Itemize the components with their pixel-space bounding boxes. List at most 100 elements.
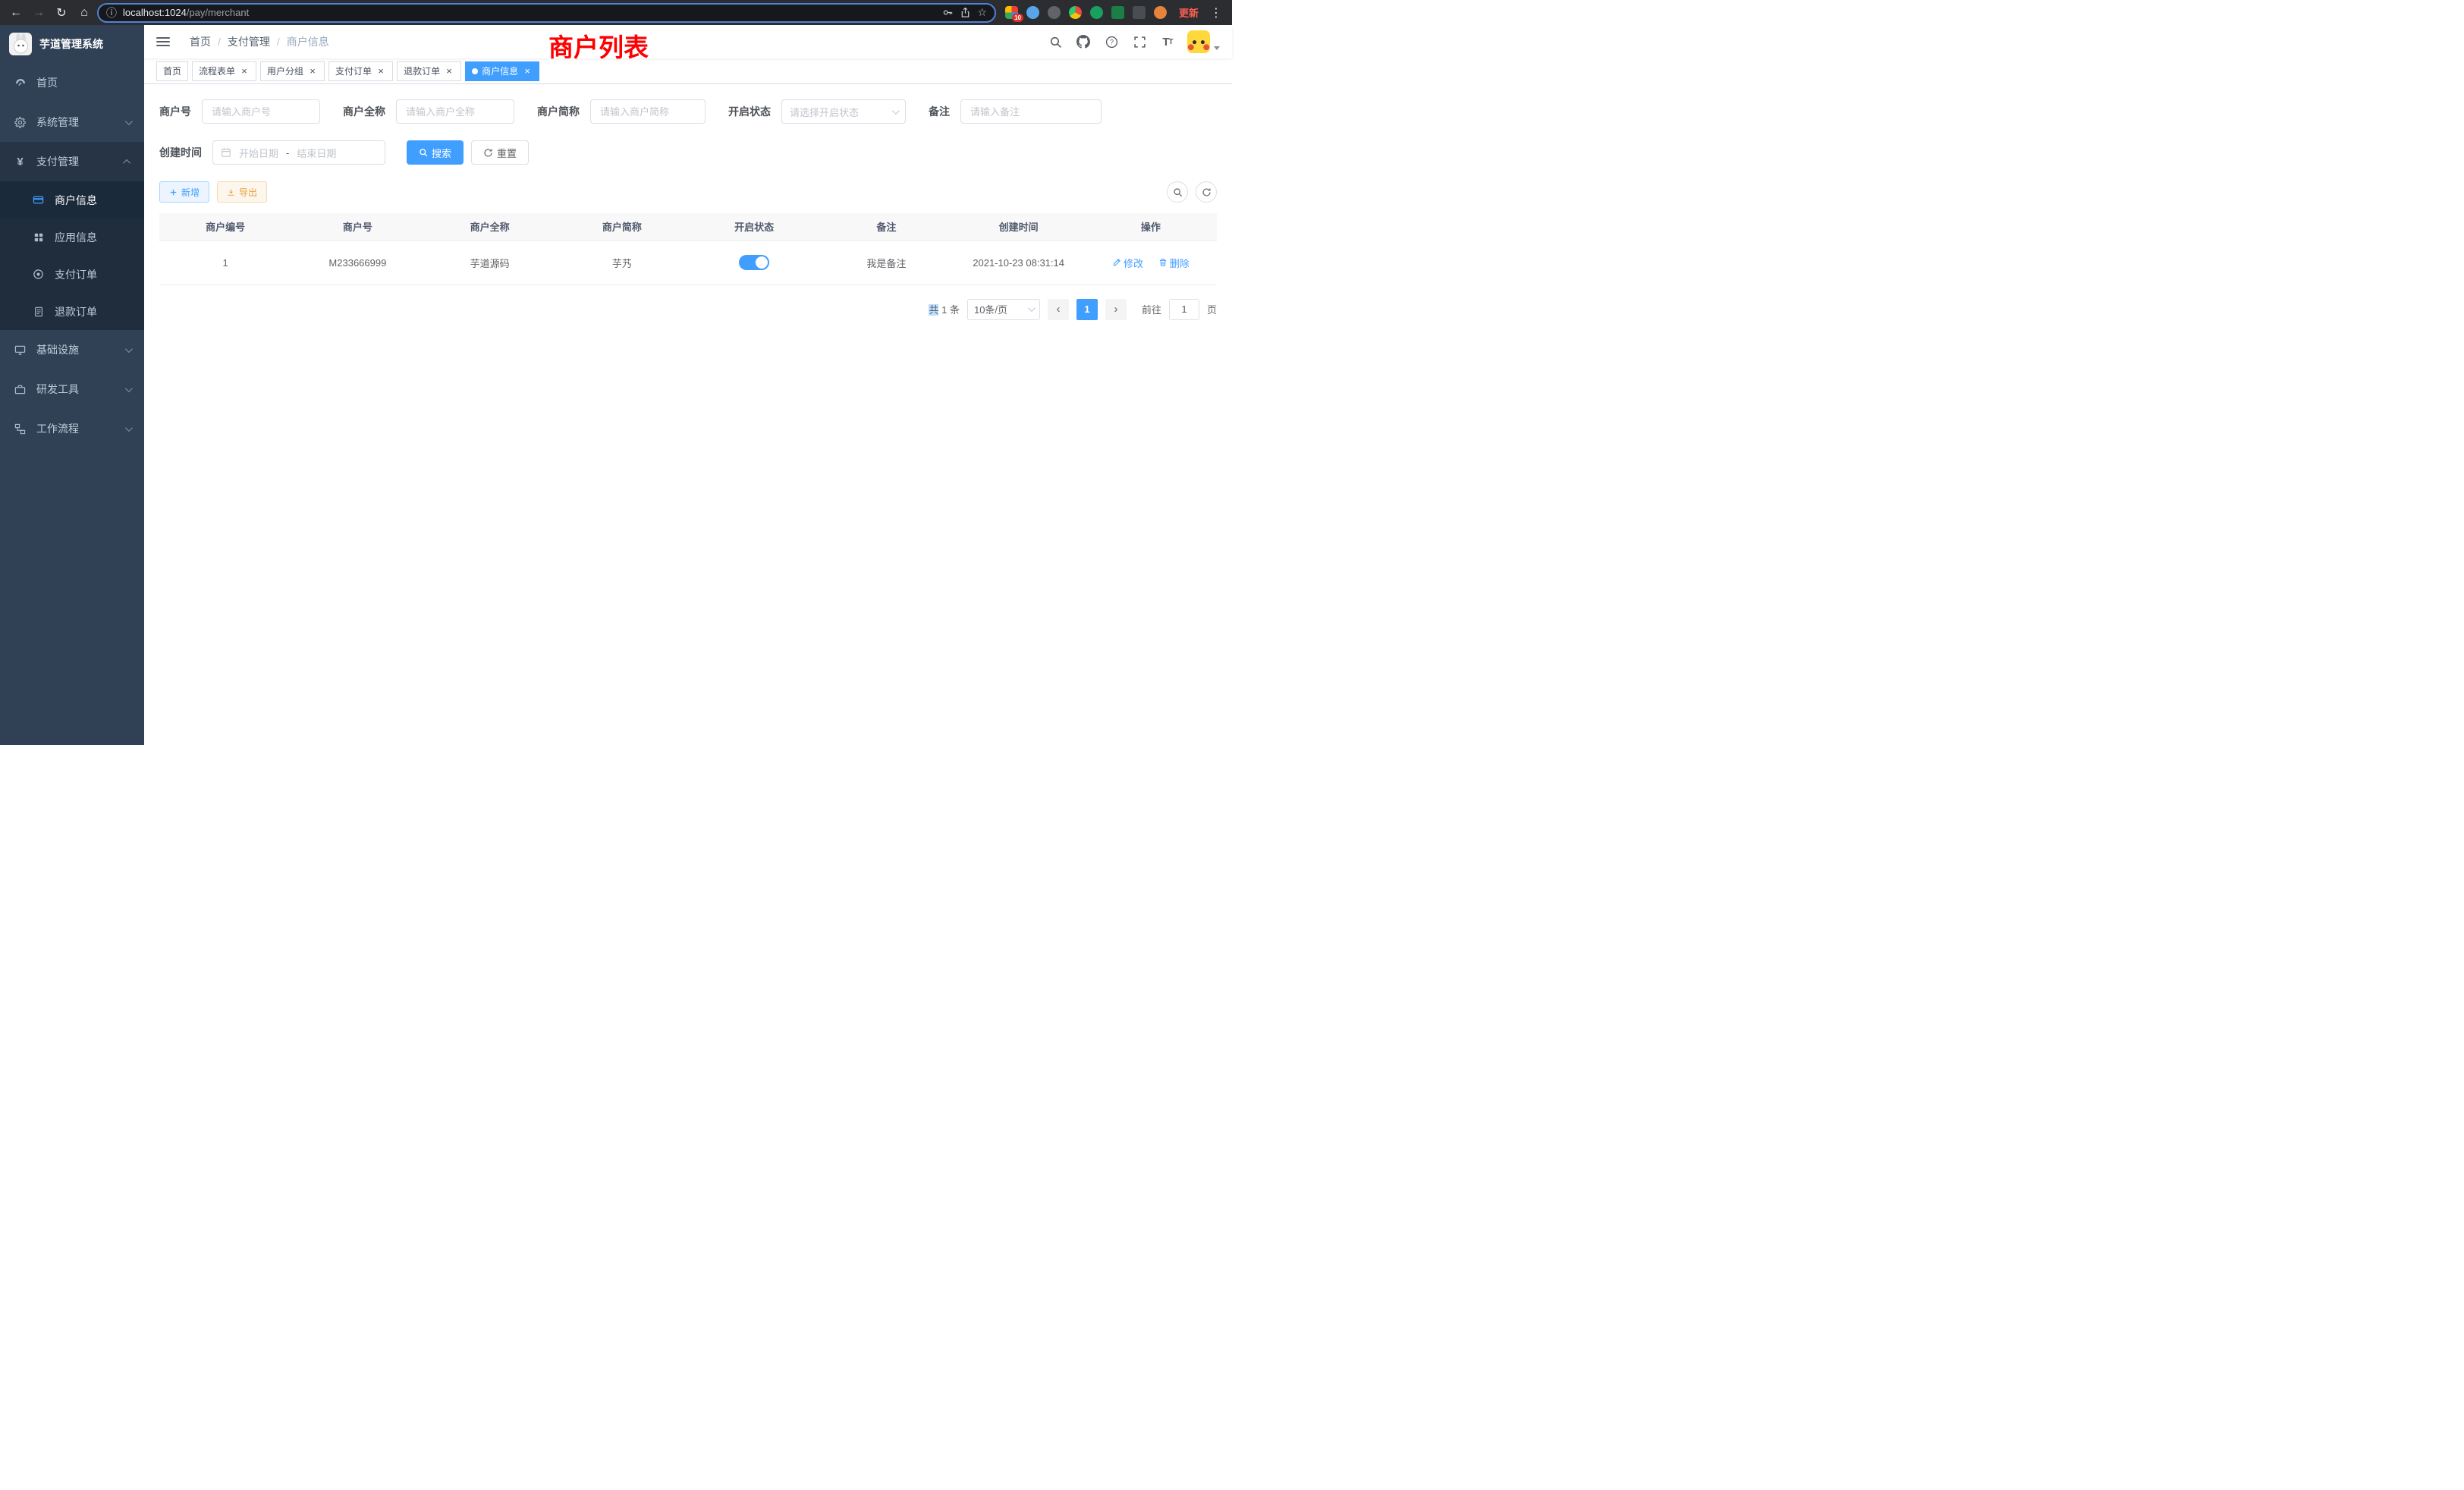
sidebar-item-label: 工作流程 (36, 421, 79, 436)
sidebar-item-home[interactable]: 首页 (0, 63, 144, 102)
info-icon[interactable]: ⓘ (106, 5, 117, 20)
page-1-button[interactable]: 1 (1076, 299, 1098, 320)
status-select[interactable]: 请选择开启状态 (781, 99, 906, 124)
user-menu[interactable] (1187, 30, 1220, 53)
tab-label: 退款订单 (404, 64, 440, 77)
logo[interactable]: 芋道管理系统 (0, 25, 144, 63)
start-date-placeholder: 开始日期 (239, 146, 278, 160)
col-merchant-no: 商户号 (291, 213, 423, 240)
forward-icon[interactable]: → (29, 3, 49, 23)
sidebar-item-label: 首页 (36, 75, 58, 90)
short-name-input[interactable] (590, 99, 706, 124)
sidebar-item-infrastructure[interactable]: 基础设施 (0, 330, 144, 369)
close-icon[interactable]: × (376, 66, 386, 77)
cell-short-name: 芋艿 (556, 240, 688, 284)
extension-icon[interactable] (1069, 6, 1082, 19)
avatar[interactable] (1187, 30, 1210, 53)
extension-icon[interactable] (1111, 6, 1124, 19)
fullscreen-icon[interactable] (1131, 33, 1148, 50)
breadcrumb-item[interactable]: 首页 (190, 34, 211, 49)
extension-icon[interactable] (1048, 6, 1061, 19)
sidebar-item-payment[interactable]: ¥ 支付管理 (0, 142, 144, 181)
share-icon[interactable] (960, 7, 971, 18)
hamburger-icon[interactable] (156, 35, 170, 49)
back-icon[interactable]: ← (6, 3, 26, 23)
yen-icon: ¥ (14, 156, 27, 168)
sidebar-item-label: 商户信息 (55, 193, 97, 208)
tab-pay-order[interactable]: 支付订单 × (328, 61, 393, 81)
extension-icon[interactable]: 10 (1005, 6, 1018, 19)
add-button[interactable]: 新增 (159, 181, 209, 203)
create-time-range-picker[interactable]: 开始日期 - 结束日期 (212, 140, 385, 165)
remark-input[interactable] (960, 99, 1102, 124)
toggle-search-icon[interactable] (1167, 181, 1188, 203)
github-icon[interactable] (1075, 33, 1092, 50)
font-size-icon[interactable]: TT (1159, 33, 1176, 50)
browser-menu-icon[interactable]: ⋮ (1206, 3, 1226, 23)
status-toggle[interactable] (739, 255, 769, 270)
extension-icon[interactable] (1133, 6, 1146, 19)
tab-user-group[interactable]: 用户分组 × (260, 61, 325, 81)
full-name-label: 商户全称 (343, 104, 385, 119)
refresh-icon[interactable] (1196, 181, 1217, 203)
help-icon[interactable]: ? (1103, 33, 1120, 50)
extension-icon[interactable] (1026, 6, 1039, 19)
url-bar[interactable]: ⓘ localhost:1024/pay/merchant ☆ (97, 3, 996, 23)
goto-page-input[interactable] (1169, 299, 1199, 320)
chevron-down-icon (125, 385, 133, 392)
tab-process-form[interactable]: 流程表单 × (192, 61, 256, 81)
sidebar-item-system[interactable]: 系统管理 (0, 102, 144, 142)
table-toolbar: 新增 导出 (159, 181, 1217, 203)
gear-icon (14, 116, 27, 129)
merchant-no-input[interactable] (202, 99, 320, 124)
breadcrumb-item[interactable]: 支付管理 (228, 34, 270, 49)
breadcrumb-item-current: 商户信息 (287, 34, 329, 49)
edit-button[interactable]: 修改 (1112, 256, 1143, 270)
cell-status (688, 240, 820, 284)
browser-update-button[interactable]: 更新 (1179, 5, 1199, 20)
pagination: 共 1 条 10条/页 ‹ 1 › 前往 页 (159, 299, 1217, 320)
close-icon[interactable]: × (444, 66, 454, 77)
cell-full-name: 芋道源码 (424, 240, 556, 284)
search-button[interactable]: 搜索 (407, 140, 464, 165)
close-icon[interactable]: × (522, 66, 533, 77)
sidebar-item-label: 退款订单 (55, 304, 97, 319)
sidebar-item-workflow[interactable]: 工作流程 (0, 409, 144, 448)
annotation-text: 商户列表 (548, 27, 649, 64)
sidebar-item-app-info[interactable]: 应用信息 (0, 218, 144, 256)
delete-button[interactable]: 删除 (1158, 256, 1190, 270)
full-name-input[interactable] (396, 99, 514, 124)
table-row: 1 M233666999 芋道源码 芋艿 我是备注 2021-10-23 08:… (159, 240, 1217, 284)
extension-icon[interactable] (1090, 6, 1103, 19)
key-icon[interactable] (942, 7, 954, 18)
tab-home[interactable]: 首页 (156, 61, 188, 81)
goto-label: 前往 (1142, 302, 1161, 316)
close-icon[interactable]: × (239, 66, 250, 77)
col-short-name: 商户简称 (556, 213, 688, 240)
page-size-select[interactable]: 10条/页 (967, 299, 1040, 320)
cell-merchant-no: M233666999 (291, 240, 423, 284)
chevron-down-icon (125, 424, 133, 432)
prev-page-button[interactable]: ‹ (1048, 299, 1069, 320)
table-header-row: 商户编号 商户号 商户全称 商户简称 开启状态 备注 创建时间 操作 (159, 213, 1217, 240)
chevron-up-icon (123, 159, 130, 166)
reload-icon[interactable]: ↻ (52, 3, 71, 23)
sidebar-item-refund-order[interactable]: 退款订单 (0, 293, 144, 330)
star-icon[interactable]: ☆ (977, 6, 987, 19)
profile-avatar-icon[interactable] (1154, 6, 1167, 19)
sidebar-item-label: 支付订单 (55, 267, 97, 282)
reset-button[interactable]: 重置 (471, 140, 529, 165)
tab-label: 支付订单 (335, 64, 372, 77)
sidebar-item-pay-order[interactable]: 支付订单 (0, 256, 144, 293)
sidebar-item-merchant-info[interactable]: 商户信息 (0, 181, 144, 218)
tab-label: 商户信息 (482, 64, 518, 77)
range-separator: - (286, 147, 289, 159)
search-icon[interactable] (1047, 33, 1064, 50)
next-page-button[interactable]: › (1105, 299, 1127, 320)
sidebar-item-devtools[interactable]: 研发工具 (0, 369, 144, 409)
export-button[interactable]: 导出 (217, 181, 267, 203)
close-icon[interactable]: × (307, 66, 318, 77)
tab-merchant-info[interactable]: 商户信息 × (465, 61, 539, 81)
home-icon[interactable]: ⌂ (74, 3, 94, 23)
tab-refund-order[interactable]: 退款订单 × (397, 61, 461, 81)
